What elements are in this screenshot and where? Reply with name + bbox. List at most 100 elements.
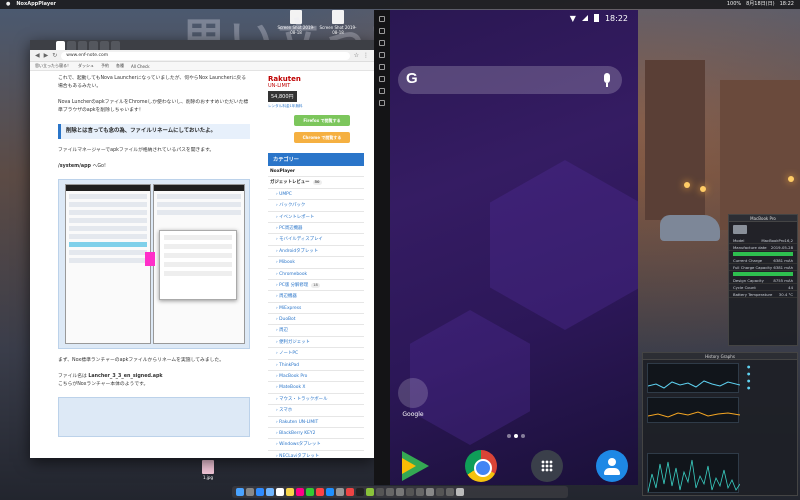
subcategory-item[interactable]: › NECLaviタブレット: [268, 451, 364, 458]
subcategory-item[interactable]: › BlackBerry KEY2: [268, 428, 364, 440]
subcategory-item[interactable]: › MacBook Pro: [268, 371, 364, 383]
contacts-icon[interactable]: [595, 450, 628, 482]
subcategory-item[interactable]: › バックパック: [268, 200, 364, 212]
app-drawer-icon[interactable]: [530, 450, 563, 482]
browser-tab[interactable]: [89, 41, 98, 50]
subcategory-item[interactable]: › Androidタブレット: [268, 246, 364, 258]
desktop-file-icon[interactable]: 1.jpg: [188, 460, 228, 480]
bookmark-item[interactable]: ダッシュ: [78, 63, 94, 69]
web-page: これで、起動してもNova Launcherになっていましたが、何やらNox L…: [30, 71, 374, 458]
reload-icon[interactable]: ↻: [52, 52, 57, 59]
terminal-icon[interactable]: [356, 488, 364, 496]
article-screenshot[interactable]: [58, 179, 250, 350]
bookmark-item[interactable]: All Check: [131, 64, 150, 69]
subcategory-item[interactable]: › MiExpress: [268, 303, 364, 315]
subcategory-item[interactable]: › イベントレポート: [268, 212, 364, 223]
browser-tab[interactable]: [78, 41, 87, 50]
view-in-firefox-button[interactable]: Firefox で閲覧する: [294, 115, 350, 126]
emulator-tool-icon[interactable]: [379, 52, 385, 58]
subcategory-item[interactable]: › スマホ: [268, 405, 364, 417]
info-key: Current Charge: [733, 258, 763, 263]
nox-icon[interactable]: [366, 488, 374, 496]
subcategory-item[interactable]: › PC周辺機器: [268, 223, 364, 235]
notes-icon[interactable]: [286, 488, 294, 496]
view-in-chrome-button[interactable]: Chrome で閲覧する: [294, 132, 350, 143]
emulator-tool-icon[interactable]: [379, 64, 385, 70]
launchpad-icon[interactable]: [246, 488, 254, 496]
mail-icon[interactable]: [266, 488, 274, 496]
back-arrow-icon[interactable]: ◀: [35, 52, 40, 59]
battery-icon: [593, 14, 599, 22]
forward-arrow-icon[interactable]: ▶: [44, 52, 49, 59]
category-item[interactable]: NoxPlayer: [268, 166, 364, 178]
dock-app-icon[interactable]: [416, 488, 424, 496]
article-screenshot[interactable]: [58, 397, 250, 438]
bookmark-item[interactable]: 思い立ったら寝る！: [35, 63, 71, 69]
messages-icon[interactable]: [306, 488, 314, 496]
app-store-icon[interactable]: [326, 488, 334, 496]
file-row: [69, 250, 147, 256]
menubar-date[interactable]: 8月18日(日): [746, 0, 774, 9]
browser-tab[interactable]: [56, 41, 65, 50]
subcategory-item[interactable]: › MateBook X: [268, 382, 364, 394]
safari-icon[interactable]: [256, 488, 264, 496]
trash-icon[interactable]: [456, 488, 464, 496]
subcategory-item[interactable]: › 周辺機器: [268, 291, 364, 303]
emulator-tool-icon[interactable]: [379, 76, 385, 82]
bookmark-item[interactable]: 各種: [116, 63, 124, 69]
emulator-tool-icon[interactable]: [379, 88, 385, 94]
dock-app-icon[interactable]: [446, 488, 454, 496]
subcategory-item[interactable]: › マウス・トラックボール: [268, 394, 364, 406]
google-app-shortcut[interactable]: Google: [398, 378, 428, 418]
star-icon[interactable]: ☆: [354, 52, 359, 59]
sidebar-ad[interactable]: Rakuten UN-LIMIT 54,800円 レンタル料金1年無料: [268, 75, 328, 109]
info-value: MacBookPro16,2: [761, 238, 793, 243]
browser-tab[interactable]: [100, 41, 109, 50]
history-graphs-panel: History Graphs ● ● ● ●: [642, 352, 798, 496]
subcategory-item[interactable]: › UMPC: [268, 189, 364, 201]
dock-app-icon[interactable]: [406, 488, 414, 496]
microphone-icon[interactable]: [604, 73, 610, 87]
subcategory-item[interactable]: › 便利ガジェット: [268, 337, 364, 349]
emulator-tool-icon[interactable]: [379, 28, 385, 34]
chrome-icon[interactable]: [465, 450, 498, 482]
category-list: NoxPlayer ガジェットレビュー 50 › UMPC › バックパック › イベント…: [268, 166, 364, 458]
subcategory-item[interactable]: › Chromebook: [268, 269, 364, 280]
dock-app-icon[interactable]: [396, 488, 404, 496]
menubar-time[interactable]: 18:22: [780, 0, 794, 9]
address-bar[interactable]: www.enf-note.com: [61, 51, 350, 60]
play-store-icon[interactable]: [400, 450, 432, 482]
category-label: 便利ガジェット: [279, 339, 310, 345]
photos-icon[interactable]: [296, 488, 304, 496]
calendar-icon[interactable]: [276, 488, 284, 496]
dock-app-icon[interactable]: [376, 488, 384, 496]
subcategory-item[interactable]: › Rakuten UN-LIMIT: [268, 417, 364, 428]
apple-icon[interactable]: ●: [6, 0, 10, 9]
subcategory-item[interactable]: › ThinkPad: [268, 360, 364, 372]
subcategory-item[interactable]: › モバイルディスプレイ: [268, 234, 364, 246]
finder-icon[interactable]: [236, 488, 244, 496]
subcategory-item[interactable]: › Mibook: [268, 257, 364, 269]
chrome-dock-icon[interactable]: [346, 488, 354, 496]
settings-icon[interactable]: [336, 488, 344, 496]
browser-tab[interactable]: [111, 41, 120, 50]
subcategory-item[interactable]: › DuoBot: [268, 314, 364, 326]
menubar-app-name[interactable]: NoxAppPlayer: [16, 0, 56, 9]
category-item[interactable]: ガジェットレビュー 50: [268, 177, 364, 189]
music-icon[interactable]: [316, 488, 324, 496]
google-search-bar[interactable]: G: [398, 66, 622, 94]
emulator-tool-icon[interactable]: [379, 16, 385, 22]
dock-app-icon[interactable]: [386, 488, 394, 496]
dock-app-icon[interactable]: [426, 488, 434, 496]
menu-icon[interactable]: ⋮: [363, 52, 369, 59]
browser-tab[interactable]: [67, 41, 76, 50]
bookmark-item[interactable]: 予約: [101, 63, 109, 69]
emulator-tool-icon[interactable]: [379, 100, 385, 106]
menubar-battery[interactable]: 100%: [727, 0, 741, 9]
subcategory-item[interactable]: › 周辺: [268, 325, 364, 337]
subcategory-item[interactable]: › ノートPC: [268, 348, 364, 360]
dock-app-icon[interactable]: [436, 488, 444, 496]
emulator-tool-icon[interactable]: [379, 40, 385, 46]
subcategory-item[interactable]: › Windowsタブレット: [268, 439, 364, 451]
subcategory-item[interactable]: › PC版 分解修理 18: [268, 280, 364, 292]
